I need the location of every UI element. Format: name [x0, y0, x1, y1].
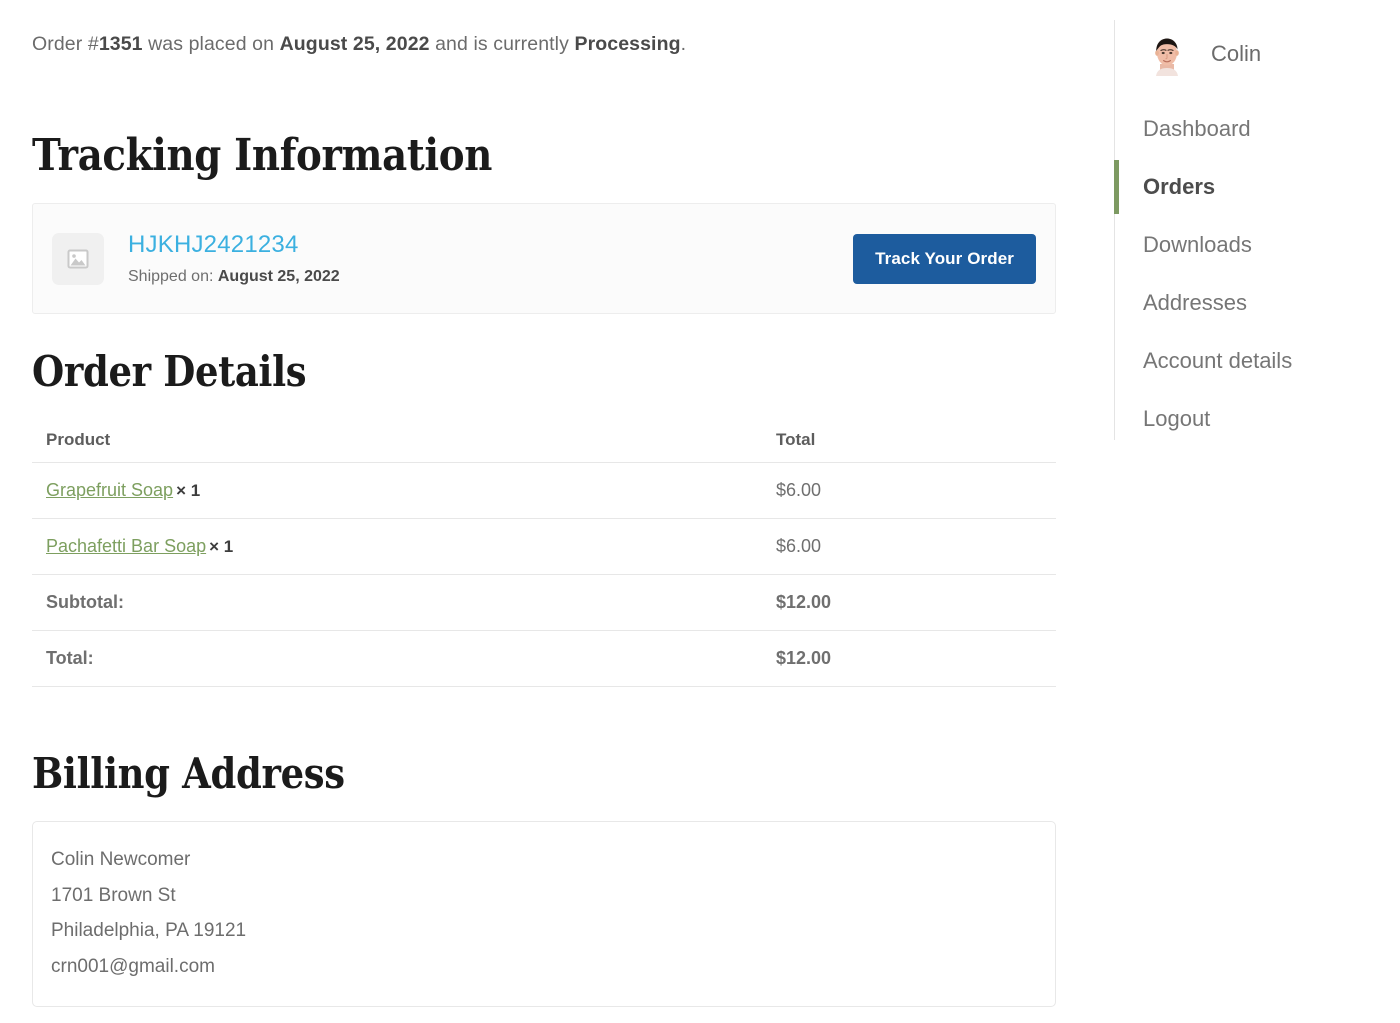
tracking-card: HJKHJ2421234 Shipped on: August 25, 2022…: [32, 203, 1056, 314]
product-cell: Pachafetti Bar Soap × 1: [32, 518, 760, 575]
order-table-body: Grapefruit Soap × 1 $6.00 Pachafetti Bar …: [32, 462, 1056, 687]
order-status-period: .: [680, 33, 687, 55]
sidebar-item-label: Downloads: [1143, 232, 1252, 257]
subtotal-row: Subtotal: $12.00: [32, 574, 1056, 631]
sidebar-item-label: Dashboard: [1143, 116, 1251, 141]
sidebar-item-account-details[interactable]: Account details: [1115, 332, 1400, 390]
sidebar-item-addresses[interactable]: Addresses: [1115, 274, 1400, 332]
total-label: Total:: [32, 630, 760, 687]
billing-address-heading: Billing Address: [32, 749, 345, 798]
order-table-head: Product Total: [32, 418, 1056, 463]
account-order-page: Order #1351 was placed on August 25, 202…: [0, 0, 1400, 1023]
sidebar-item-label: Account details: [1143, 348, 1293, 373]
order-status-middle: was placed on: [142, 33, 280, 55]
product-total: $6.00: [760, 462, 1056, 519]
sidebar-item-label: Logout: [1143, 406, 1211, 431]
sidebar-nav: Dashboard Orders Downloads Addresses Acc…: [1114, 100, 1400, 448]
sidebar-item-dashboard[interactable]: Dashboard: [1115, 100, 1400, 158]
shipped-on-date: August 25, 2022: [217, 268, 340, 285]
billing-address-card: Colin Newcomer 1701 Brown St Philadelphi…: [32, 821, 1056, 1007]
sidebar-item-downloads[interactable]: Downloads: [1115, 216, 1400, 274]
table-row: Grapefruit Soap × 1 $6.00: [32, 462, 1056, 519]
order-details-table: Product Total Grapefruit Soap × 1 $6.00 P…: [32, 418, 1056, 687]
tracking-details: HJKHJ2421234 Shipped on: August 25, 2022: [128, 230, 853, 287]
order-status-badge: Processing: [574, 33, 681, 55]
shipped-on-line: Shipped on: August 25, 2022: [128, 267, 853, 287]
sidebar-item-label: Orders: [1143, 174, 1216, 199]
subtotal-label: Subtotal:: [32, 574, 760, 631]
table-row: Pachafetti Bar Soap × 1 $6.00: [32, 518, 1056, 575]
sidebar-item-label: Addresses: [1143, 290, 1247, 315]
column-header-total: Total: [760, 418, 1056, 463]
sidebar-item-logout[interactable]: Logout: [1115, 390, 1400, 448]
main-content: Order #1351 was placed on August 25, 202…: [32, 0, 1056, 1007]
sidebar-item-orders[interactable]: Orders: [1114, 158, 1400, 216]
total-row: Total: $12.00: [32, 630, 1056, 687]
product-link[interactable]: Pachafetti Bar Soap: [46, 536, 206, 556]
product-quantity: × 1: [209, 537, 234, 556]
user-avatar-photo: [1143, 30, 1191, 78]
table-header-row: Product Total: [32, 418, 1056, 463]
order-number: 1351: [98, 33, 143, 55]
product-cell: Grapefruit Soap × 1: [32, 462, 760, 519]
tracking-number-link[interactable]: HJKHJ2421234: [128, 230, 299, 260]
order-status-prefix: Order #: [32, 33, 99, 55]
billing-line-name: Colin Newcomer: [51, 849, 191, 870]
track-your-order-button[interactable]: Track Your Order: [853, 233, 1036, 284]
product-link[interactable]: Grapefruit Soap: [46, 480, 173, 500]
shipped-on-label: Shipped on:: [128, 268, 214, 285]
tracking-information-heading: Tracking Information: [32, 130, 493, 181]
order-status-suffix: and is currently: [429, 33, 575, 55]
image-placeholder-icon: [52, 232, 104, 285]
account-sidebar: Colin Dashboard Orders Downloads Address…: [1114, 20, 1400, 440]
sidebar-username: Colin: [1211, 41, 1262, 66]
product-quantity: × 1: [176, 481, 201, 500]
sidebar-user[interactable]: Colin: [1115, 20, 1400, 88]
order-status-message: Order #1351 was placed on August 25, 202…: [32, 30, 1056, 58]
billing-line-city-state-zip: Philadelphia, PA 19121: [51, 920, 247, 941]
product-total: $6.00: [760, 518, 1056, 575]
subtotal-value: $12.00: [760, 574, 1056, 631]
billing-line-email: crn001@gmail.com: [51, 955, 215, 977]
order-details-heading: Order Details: [32, 347, 307, 396]
total-value: $12.00: [760, 630, 1056, 687]
order-date: August 25, 2022: [279, 33, 430, 55]
billing-line-street: 1701 Brown St: [51, 884, 176, 906]
column-header-product: Product: [32, 418, 760, 463]
